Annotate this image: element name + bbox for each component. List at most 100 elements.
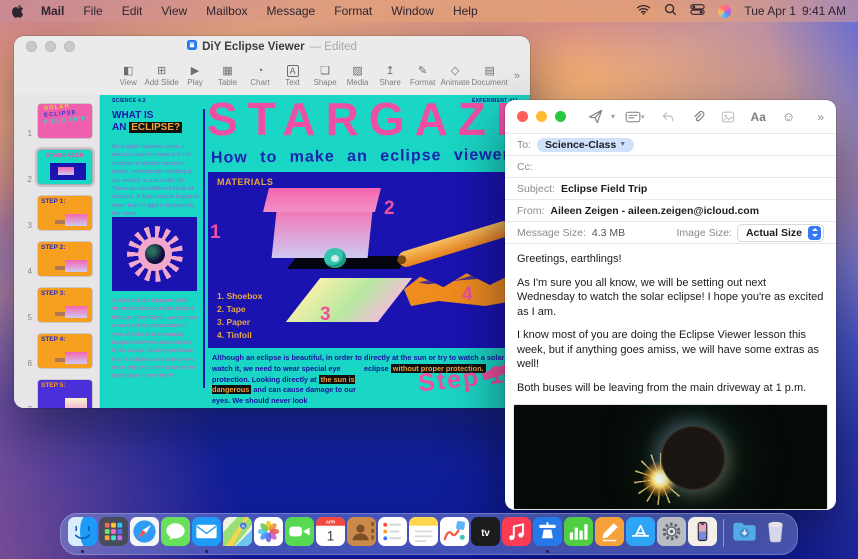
toolbar-view-button[interactable]: ◧View	[112, 65, 145, 87]
thumb-text: STEP 4:	[41, 336, 65, 343]
from-label: From:	[517, 205, 544, 217]
menu-message[interactable]: Message	[267, 4, 316, 18]
minimize-button[interactable]	[536, 111, 547, 122]
slide-number: 1	[19, 129, 32, 138]
send-icon[interactable]	[588, 109, 603, 124]
wifi-icon[interactable]	[636, 4, 651, 18]
dock-numbers-icon[interactable]	[564, 517, 593, 548]
slide-thumbnail-4[interactable]: STEP 2:	[35, 239, 95, 279]
toolbar-play-button[interactable]: ▶Play	[179, 65, 212, 87]
slide-thumbnail-5[interactable]: STEP 3:	[35, 285, 95, 325]
toolbar-label: Document	[471, 78, 507, 87]
insert-photo-icon[interactable]	[721, 110, 735, 124]
tape-dispenser	[324, 248, 346, 268]
dock-photos-icon[interactable]	[254, 517, 283, 548]
dock-contacts-icon[interactable]	[347, 517, 376, 548]
dock-settings-icon[interactable]	[657, 517, 686, 548]
dock-trash-icon[interactable]	[761, 517, 790, 548]
dock-messages-icon[interactable]	[161, 517, 190, 548]
running-indicator	[205, 550, 208, 553]
dock-notes-icon[interactable]	[409, 517, 438, 548]
send-options-chevron-icon[interactable]: ▾	[611, 112, 615, 121]
toolbar-table-button[interactable]: ▦Table	[211, 65, 244, 87]
mail-body-paragraph: Both buses will be leaving from the main…	[517, 381, 824, 396]
close-button[interactable]	[517, 111, 528, 122]
toolbar-share-button[interactable]: ↥Share	[374, 65, 407, 87]
animate-icon: ◇	[451, 65, 459, 77]
slide-thumbnail-2[interactable]: STARGAZER	[35, 147, 95, 187]
toolbar-overflow-icon[interactable]: »	[817, 110, 824, 124]
menu-mail[interactable]: Mail	[41, 4, 64, 18]
subject-field[interactable]: Subject: Eclipse Field Trip	[505, 177, 836, 199]
format-text-icon[interactable]: Aa	[751, 110, 766, 124]
toolbar-text-button[interactable]: AText	[276, 65, 309, 87]
cc-field[interactable]: Cc:	[505, 155, 836, 177]
toolbar-add-slide-button[interactable]: ⊞Add Slide	[145, 65, 179, 87]
from-value: Aileen Zeigen - aileen.zeigen@icloud.com	[550, 205, 759, 217]
thumb-text: STEP 2:	[41, 244, 65, 251]
apple-menu-icon[interactable]	[12, 4, 24, 18]
emoji-icon[interactable]: ☺	[782, 109, 795, 124]
control-center-icon[interactable]	[690, 4, 705, 18]
slide-thumbnail-1[interactable]: SOLARECLIPSEFIELD TRIP!	[35, 101, 95, 141]
toolbar-label: Table	[218, 78, 237, 87]
toolbar-media-button[interactable]: ▨Media	[341, 65, 374, 87]
mail-toolbar-icons: ▾ ▾ Aa ☺ »	[580, 109, 824, 124]
toolbar-chart-button[interactable]: ◔Chart	[244, 65, 277, 87]
attach-icon[interactable]	[691, 110, 705, 124]
dock-facetime-icon[interactable]	[285, 517, 314, 548]
reply-icon[interactable]	[661, 110, 675, 124]
menu-window[interactable]: Window	[391, 4, 434, 18]
slide-thumbnail-7[interactable]: STEP 5:	[35, 377, 95, 408]
slide-number: 3	[19, 221, 32, 230]
zoom-button[interactable]	[555, 111, 566, 122]
format-icon: ✎	[418, 65, 427, 77]
from-field[interactable]: From: Aileen Zeigen - aileen.zeigen@iclo…	[505, 199, 836, 221]
menu-edit[interactable]: Edit	[122, 4, 143, 18]
dock-iphone-mirroring-icon[interactable]	[688, 517, 717, 548]
menu-file[interactable]: File	[83, 4, 102, 18]
toolbar-document-button[interactable]: ▤Document	[471, 65, 507, 87]
message-size-value: 4.3 MB	[592, 227, 625, 239]
dock-finder-icon[interactable]	[68, 517, 97, 548]
header-fields-icon[interactable]: ▾	[625, 111, 645, 123]
menu-bar: Mail File Edit View Mailbox Message Format Wind…	[0, 0, 858, 22]
toolbar-format-button[interactable]: ✎Format	[406, 65, 439, 87]
dock-reminders-icon[interactable]	[378, 517, 407, 548]
dock-pages-icon[interactable]	[595, 517, 624, 548]
cc-label: Cc:	[517, 161, 533, 173]
illustration-number-1: 1	[210, 222, 221, 244]
dock-mail-icon[interactable]	[192, 517, 221, 548]
toolbar-animate-button[interactable]: ◇Animate	[439, 65, 472, 87]
dock-keynote-icon[interactable]	[533, 517, 562, 548]
thumb-art	[65, 214, 87, 226]
menu-help[interactable]: Help	[453, 4, 478, 18]
menu-view[interactable]: View	[161, 4, 187, 18]
slide-thumbnail-6[interactable]: STEP 4:	[35, 331, 95, 371]
dock-maps-icon[interactable]: A	[223, 517, 252, 548]
dock-freeform-icon[interactable]	[440, 517, 469, 548]
dock-launchpad-icon[interactable]	[99, 517, 128, 548]
mail-message-body[interactable]: Greetings, earthlings!As I'm sure you al…	[505, 243, 836, 402]
to-field[interactable]: To: Science-Class▼	[505, 133, 836, 155]
image-size-popup[interactable]: Actual Size	[737, 224, 824, 242]
token-chevron-icon: ▼	[619, 141, 626, 148]
dock-downloads-icon[interactable]	[730, 517, 759, 548]
dock-safari-icon[interactable]	[130, 517, 159, 548]
dock-calendar-icon[interactable]: APR1	[316, 517, 345, 548]
menu-mailbox[interactable]: Mailbox	[206, 4, 247, 18]
to-recipient-token[interactable]: Science-Class▼	[537, 138, 634, 152]
eclipse-attachment-image[interactable]	[513, 404, 828, 510]
slide-row-5: 5STEP 3:	[19, 285, 99, 325]
dock-appletv-icon[interactable]: tv	[471, 517, 500, 548]
slide-paragraph-1: An eclipse happens when a moon or planet…	[112, 143, 199, 218]
spotlight-icon[interactable]	[664, 3, 677, 19]
toolbar-overflow-icon[interactable]: »	[514, 70, 520, 82]
slide-thumbnail-3[interactable]: STEP 1:	[35, 193, 95, 233]
dock-music-icon[interactable]	[502, 517, 531, 548]
menu-format[interactable]: Format	[334, 4, 372, 18]
dock-appstore-icon[interactable]	[626, 517, 655, 548]
siri-icon[interactable]	[718, 5, 731, 18]
edited-badge: — Edited	[310, 41, 357, 53]
toolbar-shape-button[interactable]: ❏Shape	[309, 65, 342, 87]
